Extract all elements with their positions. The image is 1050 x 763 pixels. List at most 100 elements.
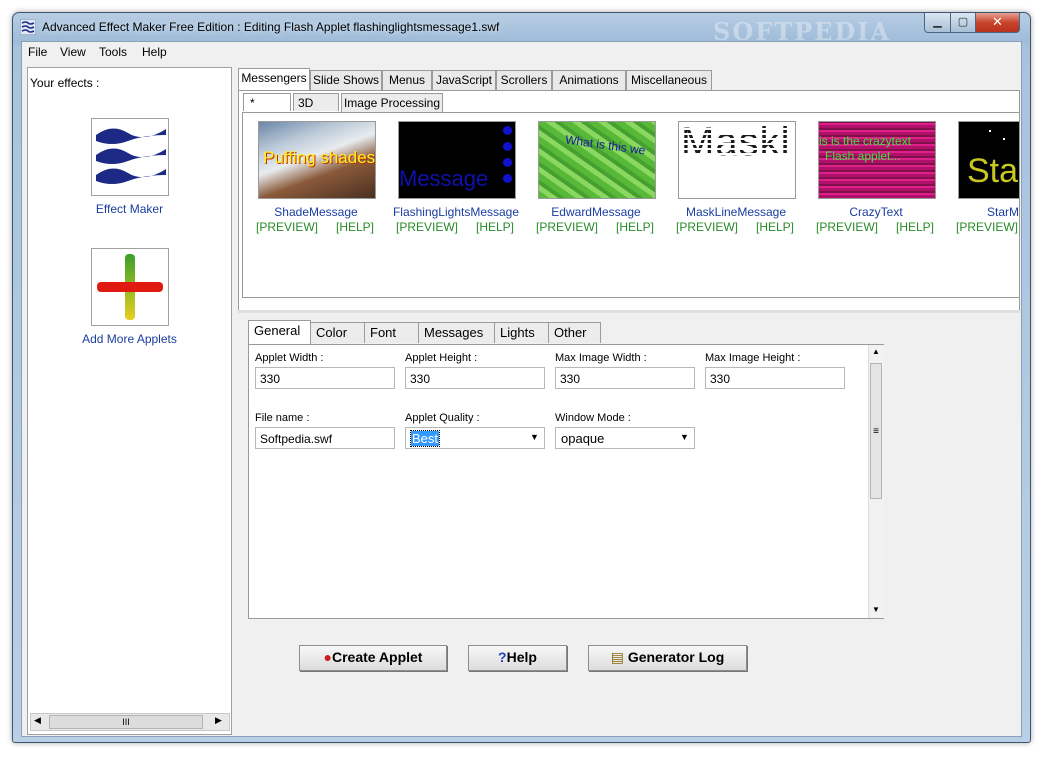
light-dot bbox=[503, 142, 512, 151]
effect-name-star[interactable]: StarMe bbox=[987, 205, 1019, 219]
add-applets-tile[interactable] bbox=[91, 248, 169, 326]
thumb-crazy-text[interactable]: is is the crazytext Flash applet... bbox=[818, 121, 936, 199]
minimize-button[interactable]: ▁ bbox=[924, 13, 951, 33]
thumb-mask-line[interactable]: Maskl bbox=[678, 121, 796, 199]
thumb-edward-message[interactable]: What is this we bbox=[538, 121, 656, 199]
help-link-flashing[interactable]: [HELP] bbox=[476, 220, 514, 234]
help-link-edward[interactable]: [HELP] bbox=[616, 220, 654, 234]
preview-link-edward[interactable]: [PREVIEW] bbox=[536, 220, 598, 234]
settings-vertical-scrollbar[interactable]: ▲ ≡ ▼ bbox=[868, 345, 884, 618]
menu-file[interactable]: File bbox=[28, 45, 47, 59]
menu-tools[interactable]: Tools bbox=[99, 45, 127, 59]
applet-height-label: Applet Height : bbox=[405, 352, 478, 364]
tab-font[interactable]: Font bbox=[364, 322, 419, 343]
vscroll-thumb[interactable]: ≡ bbox=[870, 363, 882, 499]
window-mode-select[interactable]: opaque ▼ bbox=[555, 427, 695, 449]
thumb-crazy-text-line2: Flash applet... bbox=[825, 149, 901, 163]
effect-name-mask[interactable]: MaskLineMessage bbox=[666, 205, 806, 219]
effect-name-crazy[interactable]: CrazyText bbox=[806, 205, 946, 219]
preview-link-flashing[interactable]: [PREVIEW] bbox=[396, 220, 458, 234]
title-bar[interactable]: Advanced Effect Maker Free Edition : Edi… bbox=[13, 13, 1030, 46]
maximize-button[interactable]: ▢ bbox=[950, 13, 976, 33]
thumb-shade-message[interactable]: Puffing shades bbox=[258, 121, 376, 199]
menu-view[interactable]: View bbox=[60, 45, 86, 59]
tab-miscellaneous[interactable]: Miscellaneous bbox=[626, 70, 712, 90]
help-link-crazy[interactable]: [HELP] bbox=[896, 220, 934, 234]
tab-color[interactable]: Color bbox=[310, 322, 365, 343]
tab-general[interactable]: General bbox=[248, 320, 311, 344]
effect-name-shade[interactable]: ShadeMessage bbox=[246, 205, 386, 219]
chevron-down-icon[interactable]: ▼ bbox=[680, 432, 689, 442]
applet-height-input[interactable]: 330 bbox=[405, 367, 545, 389]
scroll-left-arrow-icon[interactable]: ◀ bbox=[34, 715, 41, 726]
subtab-3d[interactable]: 3D bbox=[293, 93, 339, 111]
file-name-label: File name : bbox=[255, 412, 310, 424]
chevron-down-icon[interactable]: ▼ bbox=[530, 432, 539, 442]
applet-width-label: Applet Width : bbox=[255, 352, 324, 364]
settings-area: General Color Font Messages Lights Other… bbox=[248, 320, 888, 632]
preview-link-shade[interactable]: [PREVIEW] bbox=[256, 220, 318, 234]
applet-quality-label: Applet Quality : bbox=[405, 412, 480, 424]
applet-quality-select[interactable]: Best ▼ bbox=[405, 427, 545, 449]
preview-link-crazy[interactable]: [PREVIEW] bbox=[816, 220, 878, 234]
tab-animations[interactable]: Animations bbox=[552, 70, 626, 90]
help-button-label: Help bbox=[506, 649, 537, 665]
thumb-flashing-text: Message bbox=[399, 166, 489, 191]
effect-name-edward[interactable]: EdwardMessage bbox=[526, 205, 666, 219]
apple-icon: ● bbox=[323, 649, 332, 665]
preview-link-star[interactable]: [PREVIEW] bbox=[956, 220, 1018, 234]
max-image-width-input[interactable]: 330 bbox=[555, 367, 695, 389]
help-link-shade[interactable]: [HELP] bbox=[336, 220, 374, 234]
splitter[interactable] bbox=[238, 310, 1020, 313]
star-dot bbox=[989, 130, 991, 132]
max-image-height-input[interactable]: 330 bbox=[705, 367, 845, 389]
tab-menus[interactable]: Menus bbox=[382, 70, 432, 90]
effect-maker-icon bbox=[96, 128, 166, 184]
thumb-crazy-text-line1: is is the crazytext bbox=[819, 134, 912, 148]
menu-help[interactable]: Help bbox=[142, 45, 167, 59]
thumb-flashing-lights[interactable]: Message bbox=[398, 121, 516, 199]
subtab-image-processing[interactable]: Image Processing bbox=[341, 93, 443, 112]
thumb-shade-text: Puffing shades bbox=[263, 148, 376, 167]
file-name-input[interactable]: Softpedia.swf bbox=[255, 427, 395, 449]
help-link-mask[interactable]: [HELP] bbox=[756, 220, 794, 234]
general-settings-panel: Applet Width : 330 Applet Height : 330 M… bbox=[248, 344, 884, 619]
thumb-mask-text: Maskl bbox=[681, 121, 791, 164]
sidebar-item-effect-maker[interactable]: Effect Maker bbox=[28, 202, 231, 216]
tab-messengers[interactable]: Messengers bbox=[238, 68, 310, 90]
app-waves-icon bbox=[20, 19, 36, 35]
tab-lights[interactable]: Lights bbox=[494, 322, 551, 343]
sidebar-item-add-more-applets[interactable]: Add More Applets bbox=[28, 332, 231, 346]
subtab-all[interactable]: * bbox=[243, 93, 291, 111]
generator-log-label: Generator Log bbox=[627, 649, 725, 665]
star-dot bbox=[1003, 138, 1005, 140]
tab-scrollers[interactable]: Scrollers bbox=[496, 70, 552, 90]
tab-slide-shows[interactable]: Slide Shows bbox=[310, 70, 382, 90]
effects-browser: Messengers Slide Shows Menus JavaScript … bbox=[238, 68, 1020, 312]
tab-javascript[interactable]: JavaScript bbox=[432, 70, 496, 90]
close-button[interactable]: ✕ bbox=[975, 13, 1020, 33]
generator-log-button[interactable]: ▤ Generator Log bbox=[588, 645, 747, 671]
thumb-star-message[interactable]: Sta bbox=[958, 121, 1019, 199]
client-area: File View Tools Help Your effects : Effe… bbox=[21, 41, 1022, 737]
tab-other[interactable]: Other bbox=[548, 322, 601, 343]
effect-maker-tile[interactable] bbox=[91, 118, 169, 196]
scroll-up-arrow-icon[interactable]: ▲ bbox=[872, 347, 880, 356]
preview-link-mask[interactable]: [PREVIEW] bbox=[676, 220, 738, 234]
thumb-edward-text: What is this we bbox=[564, 132, 647, 158]
light-dot bbox=[503, 158, 512, 167]
tab-messages[interactable]: Messages bbox=[418, 322, 497, 343]
light-dot bbox=[503, 174, 512, 183]
messengers-panel: * 3D Image Processing Puffing shades Sha… bbox=[238, 90, 1020, 312]
app-window: Advanced Effect Maker Free Edition : Edi… bbox=[12, 12, 1031, 743]
effect-name-flashing[interactable]: FlashingLightsMessage bbox=[386, 205, 526, 219]
scroll-down-arrow-icon[interactable]: ▼ bbox=[872, 605, 880, 614]
scroll-icon: ▤ bbox=[610, 649, 624, 665]
scroll-thumb[interactable]: III bbox=[49, 715, 203, 729]
window-mode-value: opaque bbox=[561, 431, 605, 446]
scroll-right-arrow-icon[interactable]: ▶ bbox=[215, 715, 222, 726]
sidebar-horizontal-scrollbar[interactable]: ◀ III ▶ bbox=[30, 713, 230, 731]
help-button[interactable]: ?Help bbox=[468, 645, 567, 671]
applet-width-input[interactable]: 330 bbox=[255, 367, 395, 389]
create-applet-button[interactable]: ●Create Applet bbox=[299, 645, 447, 671]
